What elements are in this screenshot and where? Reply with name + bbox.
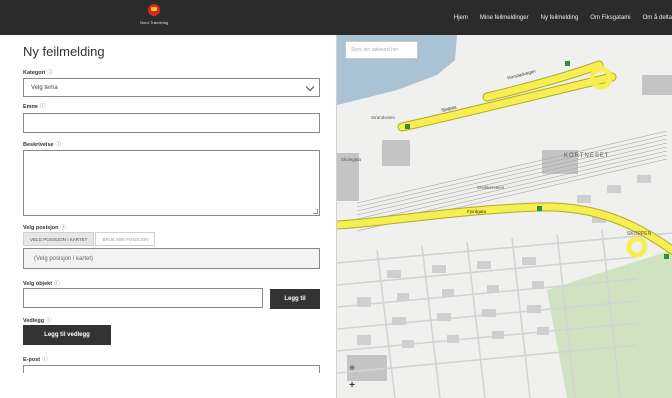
map-view[interactable]: Nonstadvegen Fjordgata KORTNESET SKOPPEN…	[337, 35, 672, 398]
add-attachment-button[interactable]: Legg til vedlegg	[23, 325, 111, 345]
emne-label: Emne ⓘ	[23, 102, 46, 110]
top-navigation-bar: Nord-Trøndelag Hjem Mine feilmeldinger N…	[0, 0, 672, 35]
map-label: SKOPPEN	[627, 231, 652, 237]
tab-velg-posisjon-i-kartet[interactable]: VELG POSISJON I KARTET	[23, 232, 95, 246]
road-marker-icon	[664, 254, 669, 259]
beskrivelse-label-text: Beskrivelse	[23, 142, 54, 148]
search-placeholder: Skriv inn søkeord her	[351, 47, 399, 53]
nav-item-hjem[interactable]: Hjem	[454, 15, 468, 21]
epost-label: E-post ⓘ	[23, 355, 48, 363]
kategori-value: Velg tema	[31, 85, 58, 91]
help-icon[interactable]: ⓘ	[40, 104, 46, 110]
posisjon-tabs: VELG POSISJON I KARTET BRUK MIN POSISJON	[23, 232, 156, 246]
crest-icon	[148, 4, 160, 16]
posisjon-value: (Velg posisjon i kartet)	[34, 256, 94, 262]
tab-bruk-min-posisjon[interactable]: BRUK MIN POSISJON	[95, 232, 156, 246]
kategori-select[interactable]: Velg tema	[23, 78, 320, 97]
road-marker-icon	[537, 206, 542, 211]
epost-input[interactable]	[23, 365, 320, 373]
help-icon[interactable]: ⓘ	[46, 318, 52, 324]
map-search-input[interactable]: Skriv inn søkeord her	[345, 41, 418, 59]
road-marker-icon	[565, 61, 570, 66]
emne-input[interactable]	[23, 113, 320, 133]
map-label: Strandveien	[371, 115, 396, 120]
help-icon[interactable]: ⓘ	[56, 142, 62, 148]
site-logo[interactable]: Nord-Trøndelag	[134, 4, 174, 32]
referanse-label-text: Velg objekt	[23, 281, 53, 287]
referanse-input[interactable]	[23, 288, 263, 308]
vedlegg-label-text: Vedlegg	[23, 318, 45, 324]
map-label: KORTNESET	[564, 153, 610, 159]
posisjon-label-text: Velg posisjon	[23, 225, 59, 231]
kategori-label: Kategori ⓘ	[23, 68, 53, 76]
chevron-down-icon	[305, 82, 315, 92]
referanse-label: Velg objekt ⓘ	[23, 279, 60, 287]
building	[642, 75, 672, 95]
beskrivelse-label: Beskrivelse ⓘ	[23, 140, 61, 148]
nav-item-ny-feilmelding[interactable]: Ny feilmelding	[541, 15, 579, 21]
main-nav: Hjem Mine feilmeldinger Ny feilmelding O…	[454, 0, 672, 35]
help-icon[interactable]: ⓘ	[60, 225, 66, 231]
roundabout	[626, 236, 648, 258]
map-label: Fjordgata	[467, 209, 487, 214]
road-marker-icon	[405, 124, 410, 129]
help-icon[interactable]: ⓘ	[54, 281, 60, 287]
map-label: Snekkerveien	[477, 185, 505, 190]
help-icon[interactable]: ⓘ	[42, 357, 48, 363]
vedlegg-label: Vedlegg ⓘ	[23, 316, 52, 324]
nav-item-mine-feilmeldinger[interactable]: Mine feilmeldinger	[480, 15, 529, 21]
help-icon[interactable]: ⓘ	[47, 70, 53, 76]
beskrivelse-textarea[interactable]	[23, 150, 320, 216]
page-title: Ny feilmelding	[23, 44, 105, 59]
zoom-in-button[interactable]: +	[345, 378, 359, 392]
locate-icon[interactable]: ⊕	[345, 361, 359, 375]
building	[382, 140, 410, 166]
map-label: Skolegata	[341, 157, 362, 162]
logo-text: Nord-Trøndelag	[139, 20, 169, 25]
park-area	[547, 250, 672, 398]
nav-item-om-a-delta[interactable]: Om å delta	[643, 15, 672, 21]
emne-label-text: Emne	[23, 104, 38, 110]
nav-item-om-fiksgatami[interactable]: Om Fiksgatami	[590, 15, 630, 21]
epost-label-text: E-post	[23, 357, 41, 363]
posisjon-label: Velg posisjon ⓘ	[23, 223, 66, 231]
map-canvas[interactable]	[337, 35, 672, 398]
posisjon-display: (Velg posisjon i kartet)	[23, 248, 320, 269]
report-form-panel: Ny feilmelding Kategori ⓘ Velg tema Emne ⓘ…	[0, 35, 337, 398]
legg-til-button[interactable]: Legg til	[270, 289, 320, 309]
kategori-label-text: Kategori	[23, 70, 46, 76]
resize-handle-icon[interactable]	[313, 209, 318, 214]
